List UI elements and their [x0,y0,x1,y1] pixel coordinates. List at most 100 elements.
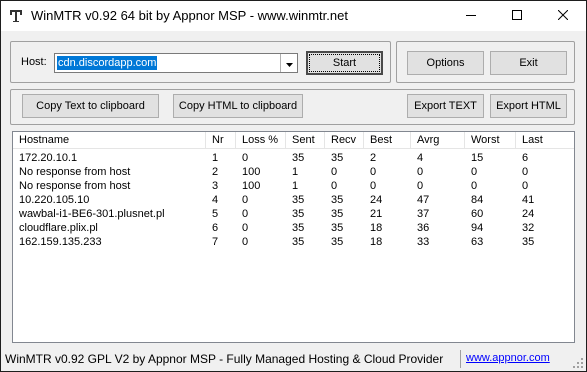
table-cell-nr: 1 [212,152,219,164]
table-cell-worst: 84 [471,194,484,206]
table-cell-hostname: wawbal-i1-BE6-301.plusnet.pl [19,208,165,220]
table-cell-nr: 5 [212,208,219,220]
table-cell-loss: 0 [242,222,249,234]
host-combobox[interactable]: cdn.discordapp.com [54,53,298,73]
table-cell-avrg: 33 [417,236,430,248]
table-cell-avrg: 0 [417,166,424,178]
export-text-button[interactable]: Export TEXT [407,94,484,118]
table-cell-worst: 15 [471,152,484,164]
column-header-last[interactable]: Last [516,132,574,149]
table-cell-worst: 94 [471,222,484,234]
host-label: Host: [21,56,47,68]
status-divider [460,350,461,368]
table-cell-hostname: No response from host [19,166,131,178]
table-cell-last: 6 [522,152,529,164]
table-cell-recv: 35 [331,222,344,234]
table-cell-loss: 100 [242,166,261,178]
table-cell-hostname: 162.159.135.233 [19,236,102,248]
table-cell-sent: 35 [292,222,305,234]
table-cell-best: 18 [370,222,383,234]
start-button[interactable]: Start [306,51,383,75]
table-cell-worst: 0 [471,180,478,192]
table-cell-last: 0 [522,180,529,192]
results-list[interactable]: Hostname Nr Loss % Sent Recv Best Avrg Worst Las… [12,131,575,343]
options-button[interactable]: Options [407,51,484,75]
table-cell-best: 24 [370,194,383,206]
table-cell-recv: 0 [331,180,338,192]
table-cell-recv: 35 [331,152,344,164]
table-cell-loss: 0 [242,152,249,164]
table-cell-last: 24 [522,208,535,220]
minimize-icon [466,9,476,23]
column-header-nr[interactable]: Nr [206,132,236,149]
winmtr-app-icon [9,9,23,23]
table-cell-nr: 3 [212,180,219,192]
table-row[interactable]: wawbal-i1-BE6-301.plusnet.pl 5 0 35 35 21 37 60… [13,207,574,221]
table-row[interactable]: No response from host 3 100 1 0 0 0 0 0 [13,179,574,193]
table-cell-recv: 35 [331,236,344,248]
table-cell-nr: 6 [212,222,219,234]
column-header-loss[interactable]: Loss % [236,132,286,149]
maximize-button[interactable] [494,1,540,31]
table-cell-last: 41 [522,194,535,206]
table-cell-worst: 0 [471,166,478,178]
table-cell-best: 0 [370,180,377,192]
host-dropdown-button[interactable] [280,54,297,72]
table-row[interactable]: No response from host 2 100 1 0 0 0 0 0 [13,165,574,179]
appnor-link[interactable]: www.appnor.com [466,352,550,364]
table-cell-avrg: 4 [417,152,424,164]
close-button[interactable] [540,1,586,31]
copy-html-button[interactable]: Copy HTML to clipboard [173,94,303,118]
table-cell-sent: 35 [292,236,305,248]
table-cell-best: 21 [370,208,383,220]
table-cell-hostname: 10.220.105.10 [19,194,90,206]
column-header-sent[interactable]: Sent [286,132,325,149]
table-cell-sent: 35 [292,194,305,206]
table-cell-loss: 0 [242,194,249,206]
window-title: WinMTR v0.92 64 bit by Appnor MSP - www.… [31,8,348,23]
table-cell-hostname: 172.20.10.1 [19,152,78,164]
table-cell-last: 32 [522,222,535,234]
column-header-recv[interactable]: Recv [325,132,364,149]
column-header-best[interactable]: Best [364,132,411,149]
column-header-hostname[interactable]: Hostname [13,132,206,149]
host-input-value[interactable]: cdn.discordapp.com [57,56,158,70]
table-cell-loss: 100 [242,180,261,192]
table-cell-avrg: 0 [417,180,424,192]
table-cell-hostname: cloudflare.plix.pl [19,222,98,234]
table-row[interactable]: 172.20.10.1 1 0 35 35 2 4 15 6 [13,151,574,165]
chevron-down-icon [285,56,293,70]
minimize-button[interactable] [448,1,494,31]
table-cell-best: 18 [370,236,383,248]
maximize-icon [512,9,522,23]
table-cell-hostname: No response from host [19,180,131,192]
table-row[interactable]: 10.220.105.10 4 0 35 35 24 47 84 41 [13,193,574,207]
table-cell-avrg: 36 [417,222,430,234]
table-cell-recv: 0 [331,166,338,178]
copy-text-button[interactable]: Copy Text to clipboard [22,94,159,118]
table-cell-loss: 0 [242,236,249,248]
table-cell-nr: 2 [212,166,219,178]
table-cell-recv: 35 [331,194,344,206]
app-window: WinMTR v0.92 64 bit by Appnor MSP - www.… [0,0,587,372]
resize-grip-icon[interactable] [572,357,584,369]
table-cell-avrg: 47 [417,194,430,206]
table-row[interactable]: 162.159.135.233 7 0 35 35 18 33 63 35 [13,235,574,249]
column-header-worst[interactable]: Worst [465,132,516,149]
status-bar: WinMTR v0.92 GPL V2 by Appnor MSP - Full… [1,347,586,371]
column-header-avrg[interactable]: Avrg [411,132,465,149]
title-bar[interactable]: WinMTR v0.92 64 bit by Appnor MSP - www.… [1,1,586,31]
table-cell-last: 0 [522,166,529,178]
export-html-button[interactable]: Export HTML [490,94,567,118]
table-cell-sent: 35 [292,152,305,164]
table-cell-recv: 35 [331,208,344,220]
close-icon [557,9,569,23]
table-row[interactable]: cloudflare.plix.pl 6 0 35 35 18 36 94 32 [13,221,574,235]
table-cell-nr: 4 [212,194,219,206]
table-cell-worst: 60 [471,208,484,220]
table-cell-sent: 35 [292,208,305,220]
table-cell-sent: 1 [292,180,299,192]
table-cell-best: 0 [370,166,377,178]
table-cell-best: 2 [370,152,377,164]
exit-button[interactable]: Exit [490,51,567,75]
